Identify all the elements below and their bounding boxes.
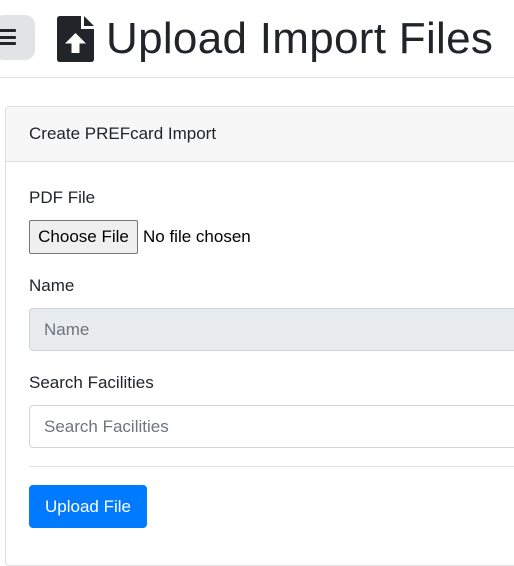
- file-picker: Choose File No file chosen: [29, 220, 251, 254]
- name-label: Name: [29, 276, 75, 295]
- page-header: Upload Import Files: [0, 0, 514, 78]
- hamburger-icon: [0, 29, 16, 45]
- choose-file-button[interactable]: Choose File: [29, 220, 138, 254]
- file-upload-icon: [57, 16, 94, 62]
- name-input[interactable]: [29, 308, 514, 351]
- pdf-file-label: PDF File: [29, 188, 96, 207]
- search-facilities-input[interactable]: [29, 405, 514, 448]
- file-status-text: No file chosen: [143, 227, 251, 246]
- page-title: Upload Import Files: [106, 14, 494, 63]
- card-title: Create PREFcard Import: [6, 107, 514, 162]
- menu-toggle-button[interactable]: [0, 15, 35, 60]
- form-divider: [29, 466, 514, 467]
- upload-file-button[interactable]: Upload File: [29, 485, 147, 528]
- search-facilities-label: Search Facilities: [29, 373, 154, 392]
